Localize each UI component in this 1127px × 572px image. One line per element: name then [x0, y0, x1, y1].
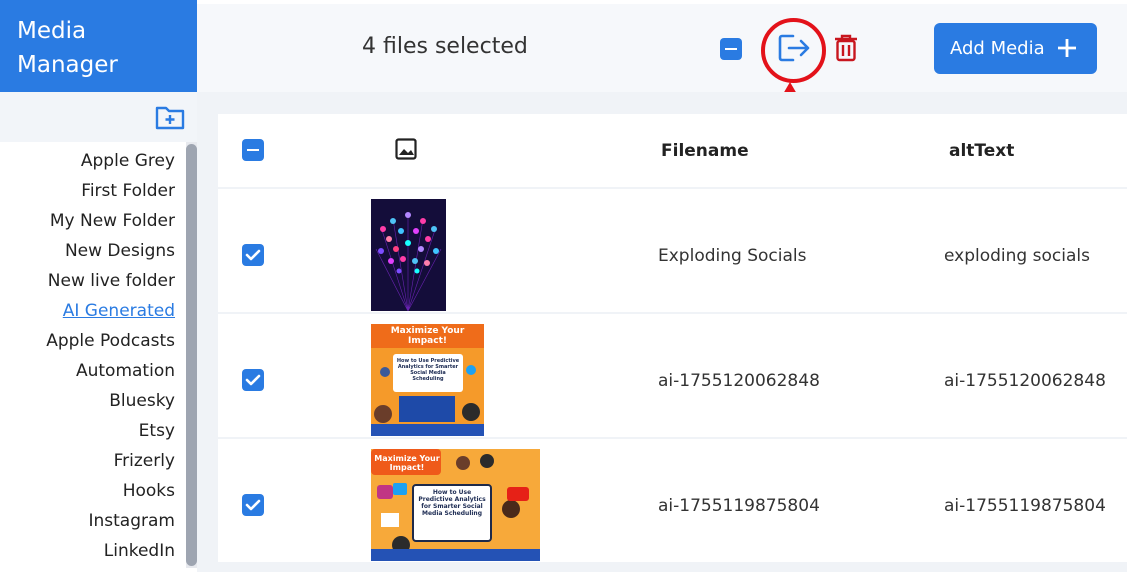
- media-thumbnail[interactable]: Maximize Your Impact! How to Use Predict…: [371, 324, 484, 436]
- folder-item[interactable]: Apple Grey: [0, 149, 175, 179]
- new-folder-icon[interactable]: [155, 104, 185, 130]
- filename-header[interactable]: Filename: [661, 141, 749, 161]
- folder-item[interactable]: New live folder: [0, 269, 175, 299]
- image-column-icon: [395, 138, 417, 160]
- trash-icon[interactable]: [834, 34, 858, 62]
- annotation-circle: [761, 18, 826, 83]
- folder-item-active[interactable]: AI Generated: [0, 299, 175, 329]
- row-checkbox[interactable]: [242, 369, 264, 391]
- alttext-header[interactable]: altText: [949, 141, 1014, 161]
- folder-item[interactable]: First Folder: [0, 179, 175, 209]
- selection-count: 4 files selected: [362, 34, 528, 59]
- filename-cell: Exploding Socials: [658, 246, 807, 266]
- folder-item[interactable]: My New Folder: [0, 209, 175, 239]
- alttext-cell: exploding socials: [944, 246, 1090, 266]
- folder-item[interactable]: Etsy: [0, 419, 175, 449]
- row-checkbox[interactable]: [242, 244, 264, 266]
- folder-item[interactable]: Instagram: [0, 509, 176, 539]
- media-thumbnail[interactable]: [371, 199, 446, 311]
- app-title: Media Manager: [0, 0, 197, 92]
- alttext-cell: ai-1755120062848: [944, 371, 1106, 391]
- filename-cell: ai-1755120062848: [658, 371, 820, 391]
- thumbnail-title: Maximize Your Impact!: [374, 454, 440, 472]
- add-media-button[interactable]: Add Media: [934, 23, 1097, 74]
- folder-item[interactable]: Apple Podcasts: [0, 329, 175, 359]
- media-thumbnail[interactable]: Maximize Your Impact! How to Use Predict…: [371, 449, 540, 561]
- select-all-checkbox[interactable]: [242, 139, 264, 161]
- folder-item[interactable]: LinkedIn: [0, 539, 175, 569]
- folder-item[interactable]: New Designs: [0, 239, 175, 269]
- plus-icon: [1058, 39, 1076, 57]
- deselect-all-icon[interactable]: [720, 38, 742, 60]
- sidebar: Media Manager Apple Grey First Folder My…: [0, 0, 197, 572]
- app-title-line1: Media: [17, 18, 87, 44]
- folder-item[interactable]: Hooks: [0, 479, 175, 509]
- add-media-label: Add Media: [950, 38, 1045, 59]
- thumbnail-subtitle: How to Use Predictive Analytics for Smar…: [418, 489, 486, 517]
- thumbnail-subtitle: How to Use Predictive Analytics for Smar…: [396, 358, 460, 382]
- folder-item[interactable]: Frizerly: [0, 449, 175, 479]
- row-checkbox[interactable]: [242, 494, 264, 516]
- filename-cell: ai-1755119875804: [658, 496, 820, 516]
- alttext-cell: ai-1755119875804: [944, 496, 1106, 516]
- app-title-line2: Manager: [17, 52, 118, 78]
- thumbnail-title: Maximize Your Impact!: [390, 326, 465, 346]
- folder-item[interactable]: Automation: [0, 359, 175, 389]
- folder-item[interactable]: Bluesky: [0, 389, 175, 419]
- sidebar-scrollbar-thumb[interactable]: [186, 144, 197, 566]
- folder-list: Apple Grey First Folder My New Folder Ne…: [0, 149, 175, 569]
